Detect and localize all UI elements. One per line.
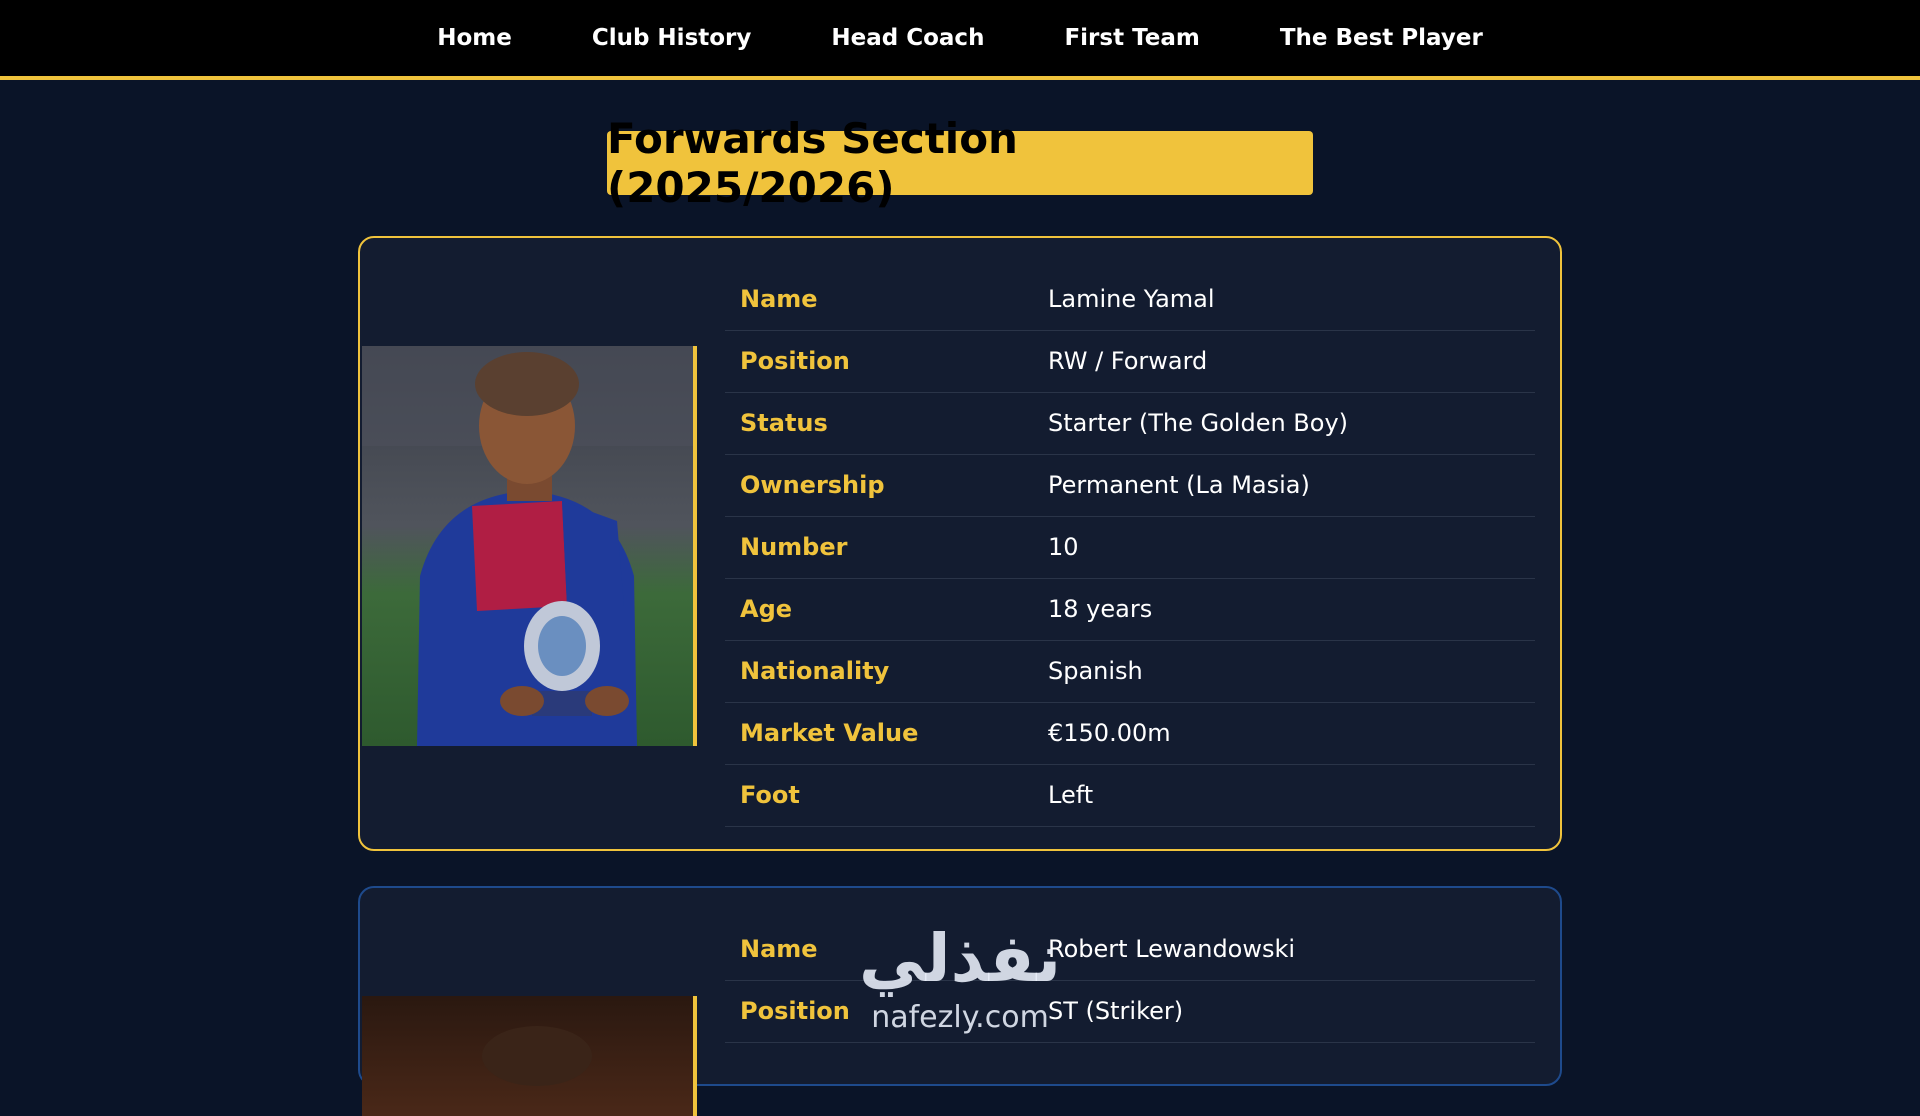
info-value: Permanent (La Masia)	[1048, 471, 1310, 499]
nav-link-first-team[interactable]: First Team	[1024, 25, 1239, 51]
nav-link-best-player[interactable]: The Best Player	[1240, 25, 1523, 51]
table-row: Ownership Permanent (La Masia)	[725, 454, 1535, 516]
info-value: 10	[1048, 533, 1079, 561]
info-value: Starter (The Golden Boy)	[1048, 409, 1349, 437]
table-row: Age 18 years	[725, 578, 1535, 640]
nav-link-head-coach[interactable]: Head Coach	[791, 25, 1024, 51]
info-value: 18 years	[1048, 595, 1153, 623]
info-label: Market Value	[740, 719, 919, 747]
table-row: Number 10	[725, 516, 1535, 578]
table-row: Name Robert Lewandowski	[725, 918, 1535, 980]
player-info-table: Name Lamine Yamal Position RW / Forward …	[725, 268, 1535, 827]
player-info-table: Name Robert Lewandowski Position ST (Str…	[725, 918, 1535, 1043]
table-row: Market Value €150.00m	[725, 702, 1535, 764]
player-photo-illustration	[362, 346, 693, 746]
info-value: Spanish	[1048, 657, 1143, 685]
info-value: Robert Lewandowski	[1048, 934, 1296, 963]
info-value: Lamine Yamal	[1048, 284, 1215, 313]
player-card-robert-lewandowski: Name Robert Lewandowski Position ST (Str…	[358, 886, 1562, 1116]
info-label: Position	[740, 347, 850, 375]
info-label: Foot	[740, 781, 800, 809]
table-row: Position ST (Striker)	[725, 980, 1535, 1042]
info-label: Position	[740, 997, 850, 1025]
table-row: Foot Left	[725, 764, 1535, 826]
info-label: Name	[740, 284, 818, 313]
info-value: ST (Striker)	[1048, 997, 1184, 1025]
info-label: Status	[740, 409, 828, 437]
player-card-lamine-yamal: Name Lamine Yamal Position RW / Forward …	[358, 236, 1562, 851]
info-value: RW / Forward	[1048, 347, 1208, 375]
table-row: Position RW / Forward	[725, 330, 1535, 392]
nav-link-home[interactable]: Home	[397, 25, 552, 51]
info-value: €150.00m	[1048, 719, 1171, 747]
table-row: Name Lamine Yamal	[725, 268, 1535, 330]
player-photo	[362, 996, 697, 1116]
player-photo	[362, 346, 697, 746]
player-photo-illustration	[482, 1026, 592, 1086]
info-label: Ownership	[740, 471, 885, 499]
section-title: Forwards Section (2025/2026)	[607, 114, 1313, 212]
info-value: Left	[1048, 781, 1094, 809]
info-label: Number	[740, 533, 848, 561]
table-row: Status Starter (The Golden Boy)	[725, 392, 1535, 454]
info-label: Age	[740, 595, 793, 623]
info-label: Name	[740, 934, 818, 963]
table-row: Nationality Spanish	[725, 640, 1535, 702]
nav-link-club-history[interactable]: Club History	[552, 25, 792, 51]
top-navbar: Home Club History Head Coach First Team …	[0, 0, 1920, 80]
info-label: Nationality	[740, 657, 890, 685]
